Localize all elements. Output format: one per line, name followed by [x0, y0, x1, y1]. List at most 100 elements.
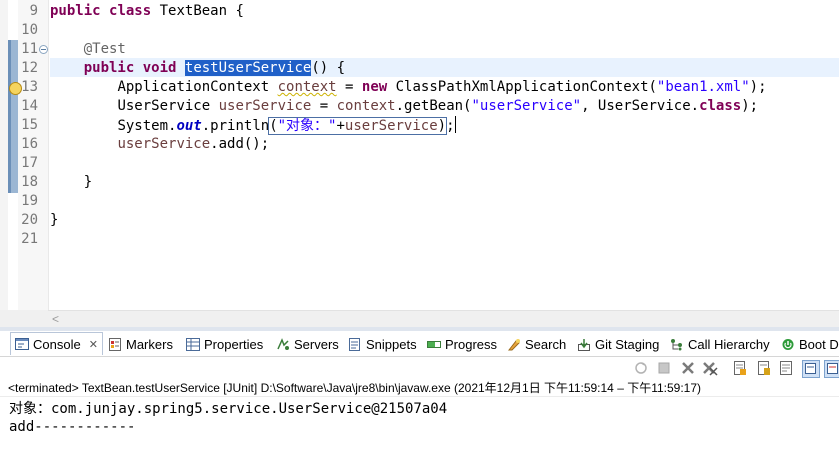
terminate-icon[interactable]	[656, 360, 672, 376]
code-text: System.	[117, 118, 177, 134]
line-number: 19	[21, 193, 38, 209]
keyword: new	[361, 79, 388, 95]
code-text: );	[741, 98, 759, 114]
horizontal-scrollbar[interactable]: <	[48, 310, 839, 328]
tab-git-staging[interactable]: Git Staging	[577, 333, 659, 355]
keyword: void	[142, 60, 177, 76]
snippets-icon	[348, 337, 362, 351]
tab-label: Search	[525, 336, 567, 352]
warning-variable[interactable]: context	[278, 79, 337, 95]
tab-servers[interactable]: Servers	[276, 333, 339, 355]
collapse-fold-icon[interactable]	[39, 45, 48, 54]
scroll-left-icon[interactable]: <	[52, 311, 59, 328]
selected-method-name[interactable]: testUserService	[184, 60, 312, 76]
code-text: ApplicationContext	[117, 79, 278, 95]
code-line-15: System.out.println("对象："+userService);	[50, 116, 456, 136]
tab-console[interactable]: Console ✕	[10, 332, 103, 355]
views-tab-bar: Console ✕ Markers Properties Servers Sni…	[0, 331, 839, 357]
code-text: =	[336, 79, 362, 95]
boot-dashboard-icon	[781, 338, 795, 351]
local-variable: context	[336, 98, 396, 114]
search-icon	[507, 338, 521, 351]
line-number: 10	[21, 22, 38, 38]
console-process-label: <terminated> TextBean.testUserService [J…	[8, 381, 702, 395]
line-number: 20	[21, 212, 38, 228]
code-text: .getBean(	[395, 98, 472, 114]
markers-icon	[108, 337, 122, 351]
console-icon	[15, 337, 29, 351]
code-text: UserService	[117, 98, 219, 114]
tab-properties[interactable]: Properties	[186, 333, 263, 355]
line-number: 11	[21, 41, 38, 57]
line-number: 21	[21, 231, 38, 247]
close-icon[interactable]: ✕	[89, 338, 98, 351]
progress-icon	[427, 338, 441, 351]
code-text: .add();	[210, 136, 270, 152]
local-variable: userService	[218, 98, 312, 114]
tab-boot-dashboard[interactable]: Boot D	[781, 333, 839, 355]
tab-markers[interactable]: Markers	[108, 333, 173, 355]
tab-label: Progress	[445, 336, 498, 352]
open-paren: (	[269, 118, 278, 134]
line-number: 15	[21, 117, 38, 133]
servers-icon	[276, 337, 290, 351]
tab-snippets[interactable]: Snippets	[348, 333, 417, 355]
call-hierarchy-icon	[670, 338, 684, 351]
tab-progress[interactable]: Progress	[427, 333, 497, 355]
static-field: out	[176, 118, 202, 134]
show-console-on-output-icon[interactable]	[802, 360, 820, 378]
line-number: 17	[21, 155, 38, 171]
word-wrap-icon[interactable]	[778, 360, 794, 376]
keyword: class	[699, 98, 742, 114]
tab-label: Git Staging	[595, 336, 660, 352]
code-line-9: public class TextBean {	[50, 2, 244, 21]
scroll-lock-icon[interactable]	[756, 360, 772, 376]
tab-call-hierarchy[interactable]: Call Hierarchy	[670, 333, 770, 355]
tab-search[interactable]: Search	[507, 333, 566, 355]
close-paren: )	[437, 118, 447, 134]
bracket-match: ("对象："+userService)	[268, 117, 448, 135]
code-text: );	[749, 79, 767, 95]
keyword: public	[83, 60, 135, 76]
class-name: TextBean {	[151, 3, 244, 19]
console-output[interactable]: 对象：com.junjay.spring5.service.UserServic…	[0, 396, 839, 455]
git-staging-icon	[577, 338, 591, 351]
string-literal: "bean1.xml"	[656, 79, 750, 95]
line-number: 12	[21, 60, 38, 76]
local-variable: userService	[117, 136, 211, 152]
local-variable: userService	[344, 118, 438, 134]
string-literal: "对象："	[277, 118, 337, 134]
tab-label: Servers	[294, 336, 339, 352]
code-line-18: }	[50, 173, 92, 192]
tab-label: Call Hierarchy	[688, 336, 770, 352]
line-number: 14	[21, 98, 38, 114]
tab-label: Markers	[126, 336, 173, 352]
code-line-12: public void testUserService() {	[50, 59, 345, 78]
string-literal: "userService"	[471, 98, 582, 114]
code-text: =	[311, 98, 337, 114]
tab-label: Boot D	[799, 336, 839, 352]
text-caret	[454, 116, 456, 133]
console-output-line: add------------	[9, 419, 136, 435]
code-text: () {	[311, 60, 346, 76]
pin-console-icon[interactable]	[633, 360, 649, 376]
remove-launch-icon[interactable]	[680, 360, 696, 376]
console-output-line: 对象：com.junjay.spring5.service.UserServic…	[9, 401, 448, 417]
tab-label: Properties	[204, 336, 264, 352]
line-number: 16	[21, 136, 38, 152]
code-text: +	[336, 118, 345, 134]
code-editor[interactable]: 9 10 11 12 13 14 15 16 17 18 19 20 21 pu…	[0, 0, 839, 310]
code-line-11: @Test	[50, 40, 126, 59]
code-text: }	[83, 174, 93, 190]
code-text: }	[50, 212, 59, 228]
warning-marker-icon[interactable]	[9, 82, 22, 95]
code-line-20: }	[50, 211, 58, 230]
clear-console-icon[interactable]	[732, 360, 748, 376]
properties-icon	[186, 337, 200, 351]
code-text: .println	[201, 118, 270, 134]
code-line-13: ApplicationContext context = new ClassPa…	[50, 78, 767, 97]
remove-all-terminated-icon[interactable]	[702, 360, 718, 376]
line-number: 18	[21, 174, 38, 190]
code-line-16: userService.add();	[50, 135, 269, 154]
show-console-on-error-icon[interactable]	[824, 360, 839, 378]
